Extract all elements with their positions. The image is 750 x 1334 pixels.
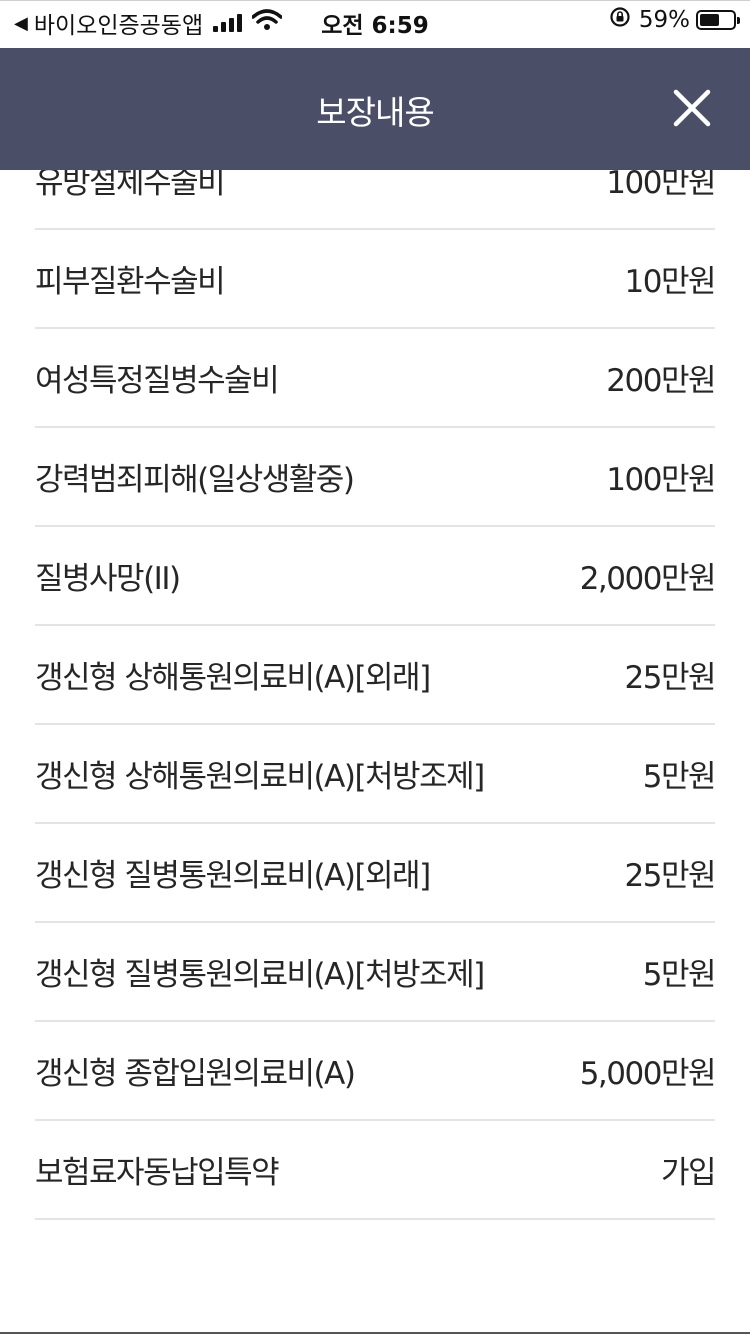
coverage-value: 10만원 (624, 264, 717, 300)
header: 보장내용 (0, 48, 750, 170)
coverage-label: 갱신형 질병통원의료비(A)[외래] (35, 858, 431, 894)
coverage-label: 질병사망(II) (35, 561, 181, 597)
coverage-label: 갱신형 종합입원의료비(A) (35, 1056, 356, 1092)
coverage-row: 갱신형 상해통원의료비(A)[외래] 25만원 (35, 626, 717, 725)
battery-icon (696, 10, 740, 30)
coverage-row: 보험료자동납입특약 가입 (35, 1121, 717, 1220)
coverage-row: 갱신형 상해통원의료비(A)[처방조제] 5만원 (35, 725, 717, 824)
coverage-list[interactable]: 유방절제수술비 100만원 피부질환수술비 10만원 여성특정질병수술비 200만원 강력범… (35, 131, 717, 1220)
coverage-value: 5만원 (642, 957, 717, 993)
rotation-lock-icon (609, 6, 631, 34)
coverage-row: 갱신형 질병통원의료비(A)[처방조제] 5만원 (35, 923, 717, 1022)
coverage-label: 보험료자동납입특약 (35, 1155, 280, 1191)
coverage-label: 갱신형 질병통원의료비(A)[처방조제] (35, 957, 485, 993)
coverage-label: 갱신형 상해통원의료비(A)[처방조제] (35, 759, 485, 795)
page-title: 보장내용 (316, 93, 434, 132)
coverage-value: 25만원 (624, 858, 717, 894)
close-button[interactable] (670, 86, 714, 130)
coverage-row: 갱신형 종합입원의료비(A) 5,000만원 (35, 1022, 717, 1121)
coverage-label: 갱신형 상해통원의료비(A)[외래] (35, 660, 431, 696)
coverage-value: 5만원 (642, 759, 717, 795)
coverage-row: 질병사망(II) 2,000만원 (35, 527, 717, 626)
coverage-label: 여성특정질병수술비 (35, 363, 280, 399)
battery-fill (700, 14, 719, 26)
coverage-row: 강력범죄피해(일상생활중) 100만원 (35, 428, 716, 527)
status-right: 59% (609, 6, 740, 34)
screen: ◀ 바이오인증공동앱 오전 6:59 59% 보장내용 유방절제수술비 100만… (0, 0, 750, 1334)
coverage-value: 2,000만원 (579, 561, 717, 597)
battery-percent: 59% (638, 7, 690, 33)
coverage-value: 200만원 (606, 363, 716, 399)
coverage-value: 가입 (660, 1155, 717, 1191)
coverage-label: 강력범죄피해(일상생활중) (35, 462, 355, 498)
coverage-value: 25만원 (624, 660, 717, 696)
coverage-row: 여성특정질병수술비 200만원 (35, 329, 716, 428)
coverage-row: 갱신형 질병통원의료비(A)[외래] 25만원 (35, 824, 717, 923)
coverage-label: 피부질환수술비 (35, 264, 226, 300)
status-bar: ◀ 바이오인증공동앱 오전 6:59 59% (0, 0, 750, 40)
close-icon[interactable] (670, 86, 714, 130)
coverage-row: 피부질환수술비 10만원 (35, 230, 717, 329)
coverage-value: 100만원 (606, 462, 716, 498)
coverage-value: 5,000만원 (579, 1056, 717, 1092)
